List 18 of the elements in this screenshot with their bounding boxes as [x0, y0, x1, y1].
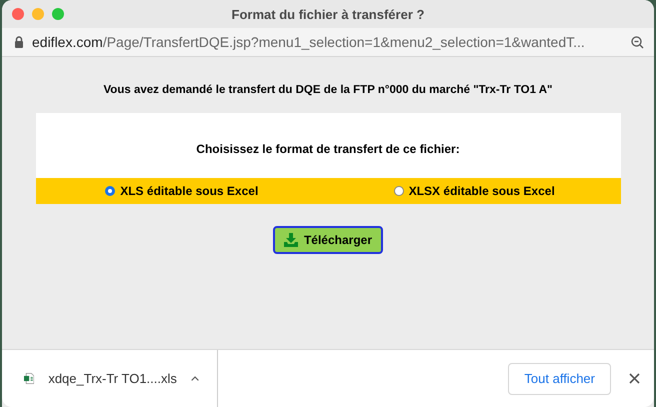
transfer-heading: Vous avez demandé le transfert du DQE de la FTP n°000 du marché "Trx-Tr TO1 A" — [103, 84, 553, 96]
lock-icon — [14, 36, 24, 48]
zoom-out-icon[interactable] — [631, 36, 644, 48]
close-bar-button[interactable] — [629, 373, 640, 384]
radio-button[interactable] — [105, 186, 116, 196]
window-title: Format du fichier à transférer ? — [232, 6, 424, 22]
format-option[interactable]: XLS éditable sous Excel — [105, 184, 258, 198]
spreadsheet-file-icon — [24, 371, 34, 386]
close-icon — [629, 373, 640, 384]
download-button[interactable]: Télécharger — [272, 226, 384, 254]
radio-button[interactable] — [394, 186, 404, 196]
show-all-button[interactable]: Tout afficher — [508, 362, 611, 394]
download-icon — [284, 233, 298, 247]
format-prompt: Choisissez le format de transfert de ce fichier: — [196, 142, 460, 156]
close-button[interactable] — [12, 8, 24, 20]
download-file-name[interactable]: xdqe_Trx-Tr TO1....xls — [48, 371, 177, 386]
format-option[interactable]: XLSX éditable sous Excel — [394, 184, 555, 198]
chevron-up-icon[interactable] — [190, 375, 199, 382]
